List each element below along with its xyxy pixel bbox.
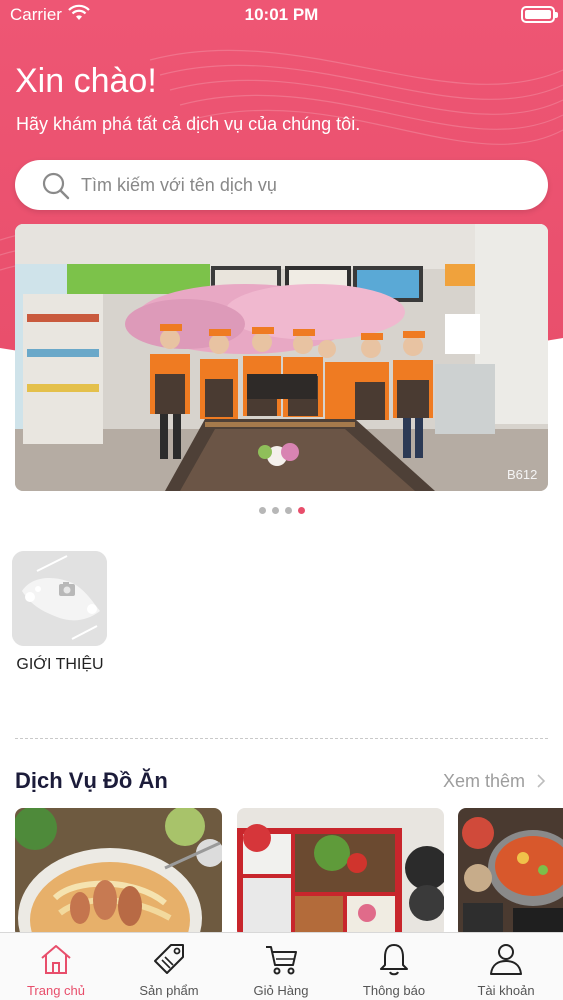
- tab-home[interactable]: Trang chủ: [0, 933, 112, 1000]
- bell-icon: [380, 944, 408, 976]
- battery-icon: [521, 6, 558, 23]
- food-card[interactable]: [237, 808, 444, 938]
- food-section-title: Dịch Vụ Đồ Ăn: [15, 768, 168, 793]
- carousel-dot[interactable]: [284, 507, 292, 514]
- carousel-indicator[interactable]: [0, 501, 563, 519]
- search-input[interactable]: [81, 160, 521, 210]
- tag-icon: [154, 944, 184, 974]
- tab-notifications[interactable]: Thông báo: [338, 933, 450, 1000]
- greeting-subtitle: Hãy khám phá tất cả dịch vụ của chúng tô…: [16, 114, 361, 134]
- banner-photo: B612: [15, 224, 548, 491]
- bottom-tab-bar: Trang chủ Sản phẩm Giỏ Hàng Thông báo Tà…: [0, 932, 563, 1000]
- tab-products[interactable]: Sản phẩm: [113, 933, 225, 1000]
- promo-banner[interactable]: B612: [15, 224, 548, 491]
- tab-account[interactable]: Tài khoản: [450, 933, 562, 1000]
- see-more-link[interactable]: Xem thêm: [443, 771, 546, 792]
- tab-notifications-label: Thông báo: [362, 983, 426, 998]
- tab-home-label: Trang chủ: [26, 983, 86, 998]
- category-intro-tile[interactable]: [12, 551, 107, 646]
- category-intro-label: GIỚI THIỆU: [16, 656, 104, 673]
- tab-account-label: Tài khoản: [477, 983, 535, 998]
- cart-icon: [266, 946, 297, 975]
- carousel-dot-active[interactable]: [297, 507, 305, 514]
- tab-products-label: Sản phẩm: [139, 983, 199, 998]
- chevron-right-icon: [530, 771, 546, 791]
- bento-box-photo: [237, 808, 444, 938]
- greeting-title: Xin chào!: [15, 62, 157, 100]
- carousel-dot[interactable]: [258, 507, 266, 514]
- clock-label: 10:01 PM: [244, 5, 319, 24]
- see-more-label: Xem thêm: [442, 771, 525, 791]
- search-bar[interactable]: [15, 160, 548, 210]
- hotpot-photo: [458, 808, 563, 938]
- noodle-soup-photo: [15, 808, 222, 938]
- tab-cart[interactable]: Giỏ Hàng: [225, 933, 337, 1000]
- camera-icon: [12, 551, 107, 646]
- home-icon: [41, 945, 71, 974]
- carousel-dot[interactable]: [271, 507, 279, 514]
- food-card[interactable]: [15, 808, 222, 938]
- status-bar: Carrier 10:01 PM: [0, 0, 563, 30]
- banner-watermark: B612: [507, 467, 537, 482]
- food-card[interactable]: [458, 808, 563, 938]
- section-divider: [15, 738, 548, 739]
- user-icon: [490, 944, 522, 975]
- tab-cart-label: Giỏ Hàng: [253, 983, 309, 998]
- search-icon: [41, 171, 71, 206]
